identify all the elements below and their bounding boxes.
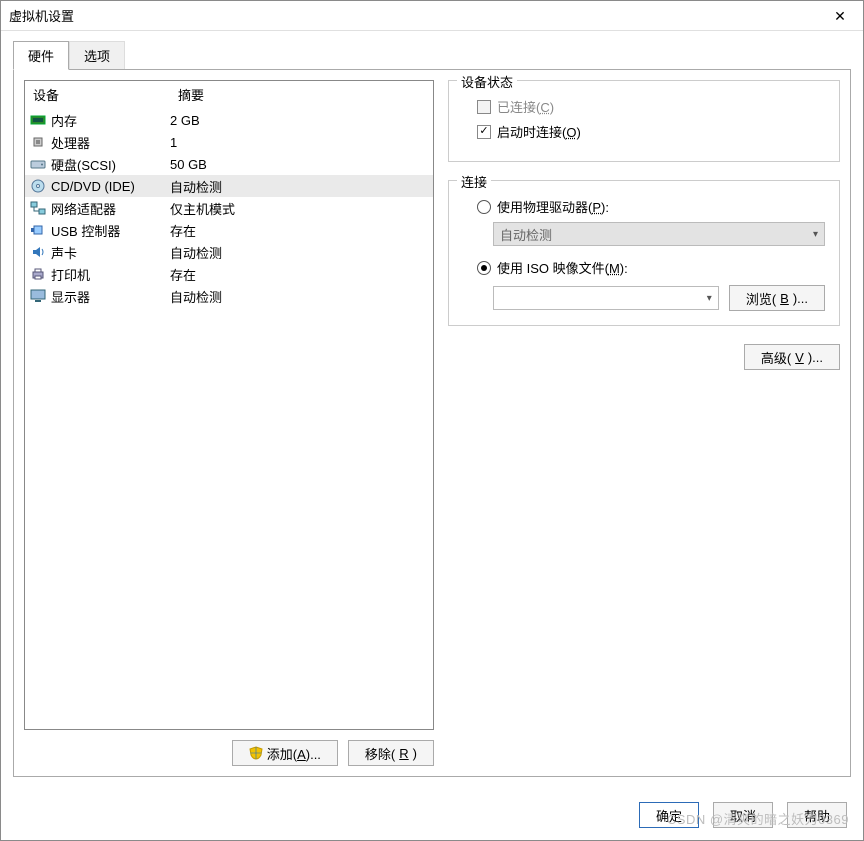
cd-icon [29,178,47,194]
device-name: 内存 [47,111,170,130]
advanced-button[interactable]: 高级(V)... [744,344,840,370]
device-name: 硬盘(SCSI) [47,155,170,174]
device-summary: 仅主机模式 [170,199,433,218]
device-list-header: 设备 摘要 [25,81,433,109]
left-pane: 设备 摘要 内存 2 GB 处理器 1 硬盘(SCSI) 50 GB [24,80,434,766]
physical-drive-combo: 自动检测 ▾ [493,222,825,246]
help-button[interactable]: 帮助 [787,802,847,828]
device-status-group: 设备状态 已连接(C) 启动时连接(O) [448,80,840,162]
use-iso-radio[interactable] [477,261,491,275]
device-summary: 50 GB [170,157,433,172]
ok-button[interactable]: 确定 [639,802,699,828]
titlebar: 虚拟机设置 ✕ [1,1,863,31]
right-pane: 设备状态 已连接(C) 启动时连接(O) 连接 使用物理驱动器(P): [444,80,840,766]
device-row-display[interactable]: 显示器 自动检测 [25,285,433,307]
use-physical-radio[interactable] [477,200,491,214]
col-device: 设备 [25,81,170,108]
browse-button[interactable]: 浏览(B)... [729,285,825,311]
iso-path-row: ▾ 浏览(B)... [493,285,825,311]
close-icon[interactable]: ✕ [817,1,863,31]
chevron-down-icon[interactable]: ▾ [707,293,712,304]
device-name: 显示器 [47,287,170,306]
window-title: 虚拟机设置 [9,6,817,25]
shield-icon [249,746,263,760]
device-summary: 自动检测 [170,243,433,262]
iso-radio-row[interactable]: 使用 ISO 映像文件(M): [477,258,825,277]
device-row-memory[interactable]: 内存 2 GB [25,109,433,131]
device-row-hdd[interactable]: 硬盘(SCSI) 50 GB [25,153,433,175]
device-name: CD/DVD (IDE) [47,179,170,194]
chevron-down-icon: ▾ [813,229,818,240]
connected-checkbox [477,100,491,114]
device-summary: 自动检测 [170,177,433,196]
device-summary: 自动检测 [170,287,433,306]
device-name: USB 控制器 [47,221,170,240]
display-icon [29,288,47,304]
device-summary: 2 GB [170,113,433,128]
cancel-button[interactable]: 取消 [713,802,773,828]
add-button[interactable]: 添加(A)... [232,740,338,766]
device-row-network[interactable]: 网络适配器 仅主机模式 [25,197,433,219]
group-legend: 连接 [457,172,491,191]
device-name: 打印机 [47,265,170,284]
settings-window: 虚拟机设置 ✕ 硬件 选项 设备 摘要 内存 2 GB 处理器 [0,0,864,841]
remove-button[interactable]: 移除(R) [348,740,434,766]
usb-icon [29,222,47,238]
device-name: 网络适配器 [47,199,170,218]
connect-at-poweron-row[interactable]: 启动时连接(O) [477,122,825,141]
connected-row: 已连接(C) [477,97,825,116]
device-row-cd[interactable]: CD/DVD (IDE) 自动检测 [25,175,433,197]
connect-at-poweron-checkbox[interactable] [477,125,491,139]
physical-radio-row[interactable]: 使用物理驱动器(P): [477,197,825,216]
network-icon [29,200,47,216]
device-name: 处理器 [47,133,170,152]
sound-icon [29,244,47,260]
device-row-cpu[interactable]: 处理器 1 [25,131,433,153]
memory-icon [29,112,47,128]
device-name: 声卡 [47,243,170,262]
hdd-icon [29,156,47,172]
device-row-printer[interactable]: 打印机 存在 [25,263,433,285]
combo-value: 自动检测 [500,225,552,244]
device-list[interactable]: 设备 摘要 内存 2 GB 处理器 1 硬盘(SCSI) 50 GB [24,80,434,730]
footer: 确定 取消 帮助 CSDN @清爽的暗之妖刀0369 [1,789,863,840]
device-summary: 存在 [170,265,433,284]
left-button-row: 添加(A)... 移除(R) [24,730,434,766]
tab-hardware[interactable]: 硬件 [13,41,69,70]
device-row-sound[interactable]: 声卡 自动检测 [25,241,433,263]
device-summary: 1 [170,135,433,150]
group-legend: 设备状态 [457,72,517,91]
tab-bar: 硬件 选项 [1,31,863,70]
col-summary: 摘要 [170,81,433,108]
advanced-row: 高级(V)... [448,344,840,370]
device-summary: 存在 [170,221,433,240]
connection-group: 连接 使用物理驱动器(P): 自动检测 ▾ 使用 ISO 映像文件(M): [448,180,840,326]
tab-options[interactable]: 选项 [69,41,125,70]
content-panel: 设备 摘要 内存 2 GB 处理器 1 硬盘(SCSI) 50 GB [13,69,851,777]
cpu-icon [29,134,47,150]
iso-path-combo[interactable]: ▾ [493,286,719,310]
printer-icon [29,266,47,282]
device-row-usb[interactable]: USB 控制器 存在 [25,219,433,241]
